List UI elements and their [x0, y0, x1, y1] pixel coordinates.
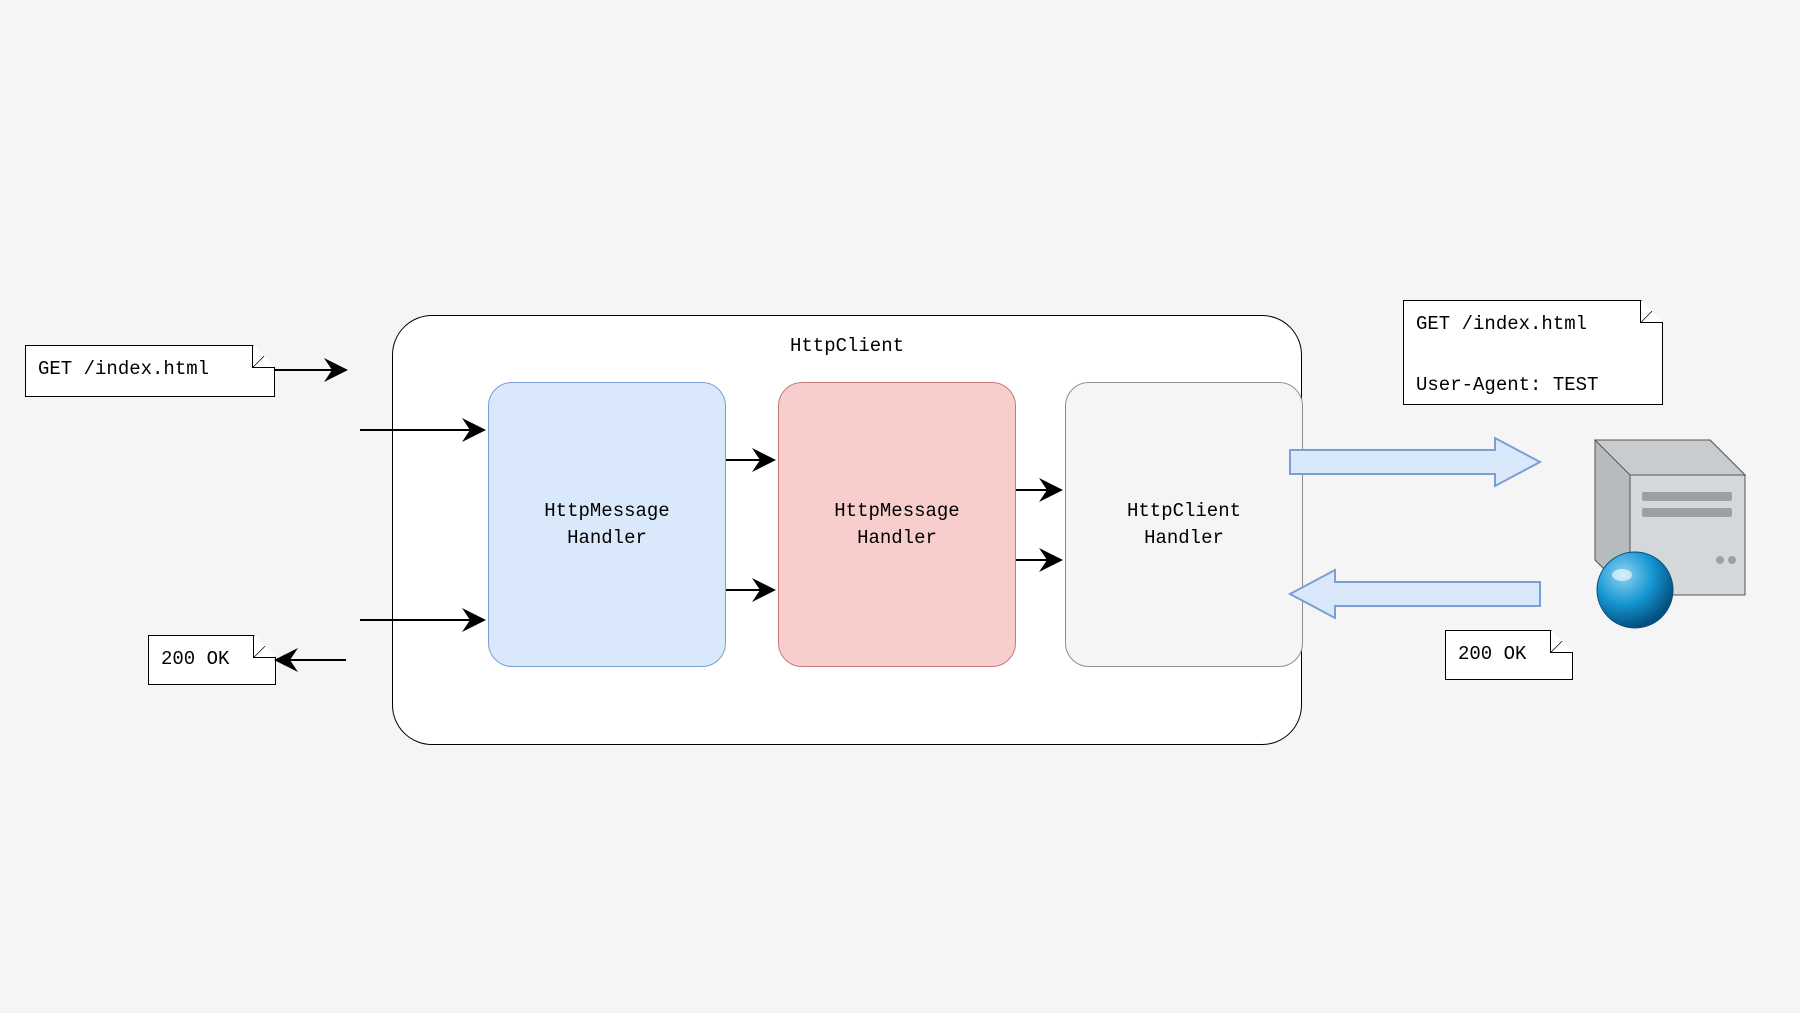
- block-arrows: [1290, 438, 1540, 618]
- response-note-right: 200 OK: [1445, 630, 1573, 680]
- globe-icon: [1597, 552, 1673, 628]
- http-client-handler: HttpClient Handler: [1065, 382, 1303, 667]
- request-note-right: GET /index.html User-Agent: TEST: [1403, 300, 1663, 405]
- diagram-canvas: HttpClient HttpMessage Handler HttpMessa…: [0, 0, 1800, 1013]
- httpclient-title: HttpClient: [392, 335, 1302, 357]
- response-note-left: 200 OK: [148, 635, 276, 685]
- server-icon: [1595, 440, 1745, 628]
- http-message-handler-1: HttpMessage Handler: [488, 382, 726, 667]
- http-message-handler-2: HttpMessage Handler: [778, 382, 1016, 667]
- note-link-arrows: [275, 370, 346, 660]
- request-note-left: GET /index.html: [25, 345, 275, 397]
